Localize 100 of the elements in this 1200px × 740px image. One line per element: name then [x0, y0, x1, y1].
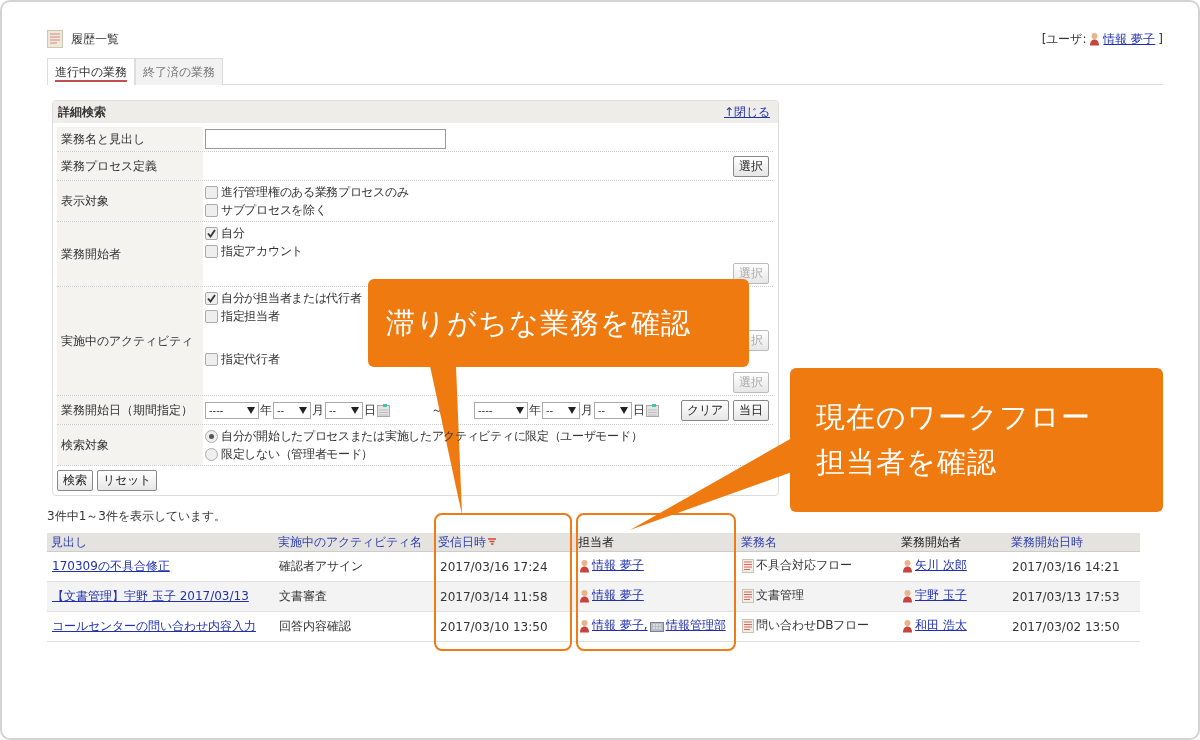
checkbox-label: 指定代行者 — [221, 351, 280, 368]
radio-button[interactable] — [205, 447, 218, 461]
day-select[interactable]: -- — [325, 401, 363, 419]
checkbox[interactable] — [205, 292, 218, 305]
field-label: 業務開始者 — [57, 222, 203, 286]
reset-button[interactable]: リセット — [97, 470, 157, 491]
text-input[interactable] — [205, 129, 446, 149]
table-cell: 2017/03/10 13:50 — [440, 619, 548, 634]
clear-button[interactable]: クリア — [681, 399, 729, 421]
table-cell: 確認者アサイン — [279, 559, 363, 573]
column-header[interactable]: 業務開始日時 — [1007, 533, 1140, 552]
callout-bubble: 滞りがちな業務を確認 — [368, 279, 749, 367]
column-header[interactable]: 実施中のアクティビティ名 — [274, 533, 434, 552]
unit-label: 年 — [260, 401, 272, 419]
person-icon — [579, 618, 590, 633]
checkbox-label: 進行管理権のある業務プロセスのみ — [221, 183, 409, 201]
caret-icon — [247, 406, 255, 414]
caret-icon — [351, 406, 359, 414]
checkbox[interactable] — [205, 353, 218, 366]
user-link[interactable]: 情報 夢子 — [1103, 30, 1156, 48]
document-icon — [742, 558, 754, 573]
table-cell: 2017/03/14 11:58 — [440, 589, 548, 604]
today-button[interactable]: 当日 — [733, 399, 769, 421]
table-cell: 2017/03/16 14:21 — [1012, 559, 1120, 574]
checkbox-label: 自分 — [221, 224, 245, 242]
field-label: 業務名と見出し — [57, 127, 203, 151]
person-icon — [1089, 32, 1101, 46]
building-icon — [649, 619, 664, 632]
year-select[interactable]: ---- — [474, 401, 528, 419]
title-link[interactable]: 【文書管理】宇野 玉子 2017/03/13 — [52, 589, 249, 603]
sort-icon[interactable] — [488, 538, 496, 546]
month-select[interactable]: -- — [542, 401, 580, 419]
caret-icon — [620, 406, 628, 414]
radio-button[interactable] — [205, 429, 218, 443]
assignee-link[interactable]: 情報 夢子, — [592, 617, 648, 635]
field-label: 検索対象 — [57, 425, 203, 465]
user-link[interactable]: 和田 浩太 — [915, 617, 967, 635]
checkbox-label: 自分が担当者または代行者 — [221, 290, 362, 307]
field-label: 表示対象 — [57, 181, 203, 221]
unit-label: 年 — [529, 401, 541, 419]
day-select[interactable]: -- — [594, 401, 632, 419]
result-count: 3件中1～3件を表示しています。 — [47, 508, 227, 525]
user-link[interactable]: 宇野 玉子 — [915, 587, 967, 605]
table-cell: 文書審査 — [279, 589, 327, 603]
field-label: 実施中のアクティビティ — [57, 287, 203, 395]
document-icon — [742, 618, 754, 633]
unit-label: 日 — [633, 401, 645, 419]
checkbox[interactable] — [205, 310, 218, 323]
document-icon — [742, 588, 754, 603]
table-cell: 回答内容確認 — [279, 619, 351, 633]
caret-icon — [568, 406, 576, 414]
page-title: 履歴一覧 — [71, 30, 119, 48]
radio-label: 限定しない（管理者モード） — [221, 445, 374, 463]
table-cell: 不具合対応フロー — [756, 557, 852, 575]
select-button[interactable]: 選択 — [733, 155, 769, 177]
check-mark-icon — [207, 228, 216, 238]
table-cell: 問い合わせDBフロー — [756, 617, 870, 635]
field-label: 業務プロセス定義 — [57, 152, 203, 180]
column-header[interactable]: 業務名 — [737, 533, 897, 552]
checkbox[interactable] — [205, 203, 218, 217]
person-icon — [902, 618, 913, 633]
user-link[interactable]: 矢川 次郎 — [915, 557, 967, 575]
tab[interactable]: 進行中の業務 — [47, 58, 135, 85]
check-mark-icon — [207, 294, 216, 303]
checkbox-label: サブプロセスを除く — [221, 201, 327, 219]
calendar-icon[interactable] — [646, 403, 659, 417]
calendar-icon[interactable] — [377, 403, 390, 417]
month-select[interactable]: -- — [273, 401, 311, 419]
tab[interactable]: 終了済の業務 — [135, 58, 223, 85]
person-icon — [579, 588, 590, 603]
table-cell: 2017/03/13 17:53 — [1012, 589, 1120, 604]
column-header[interactable]: 見出し — [47, 533, 274, 552]
person-icon — [579, 558, 590, 573]
checkbox[interactable] — [205, 185, 218, 199]
checkbox[interactable] — [205, 244, 218, 258]
assignee-link[interactable]: 情報 夢子 — [592, 557, 644, 575]
user-label: [ユーザ: — [1041, 30, 1087, 48]
assignee-link[interactable]: 情報管理部 — [665, 617, 726, 635]
checkbox-label: 指定アカウント — [221, 242, 303, 260]
title-link[interactable]: コールセンターの問い合わせ内容入力 — [52, 619, 256, 633]
year-select[interactable]: ---- — [205, 401, 259, 419]
column-header: 担当者 — [574, 533, 737, 552]
checkbox[interactable] — [205, 226, 218, 240]
search-button[interactable]: 検索 — [57, 470, 93, 491]
bracket-text: ] — [1158, 32, 1163, 46]
title-link[interactable]: 170309の不具合修正 — [52, 559, 170, 573]
table-cell: 2017/03/02 13:50 — [1012, 619, 1120, 634]
table-cell: 2017/03/16 17:24 — [440, 559, 548, 574]
panel-title: 詳細検索 — [58, 104, 106, 120]
close-link[interactable]: ↑閉じる — [723, 103, 770, 121]
caret-icon — [516, 406, 524, 414]
document-icon — [47, 30, 63, 48]
range-separator: ～ — [431, 401, 443, 419]
checkbox-label: 指定担当者 — [221, 308, 280, 325]
assignee-link[interactable]: 情報 夢子 — [592, 587, 644, 605]
field-label: 業務開始日（期間指定） — [57, 396, 203, 424]
unit-label: 月 — [312, 401, 324, 419]
column-header[interactable]: 受信日時 — [434, 533, 574, 552]
table-cell: 文書管理 — [756, 587, 804, 605]
caret-icon — [299, 406, 307, 414]
